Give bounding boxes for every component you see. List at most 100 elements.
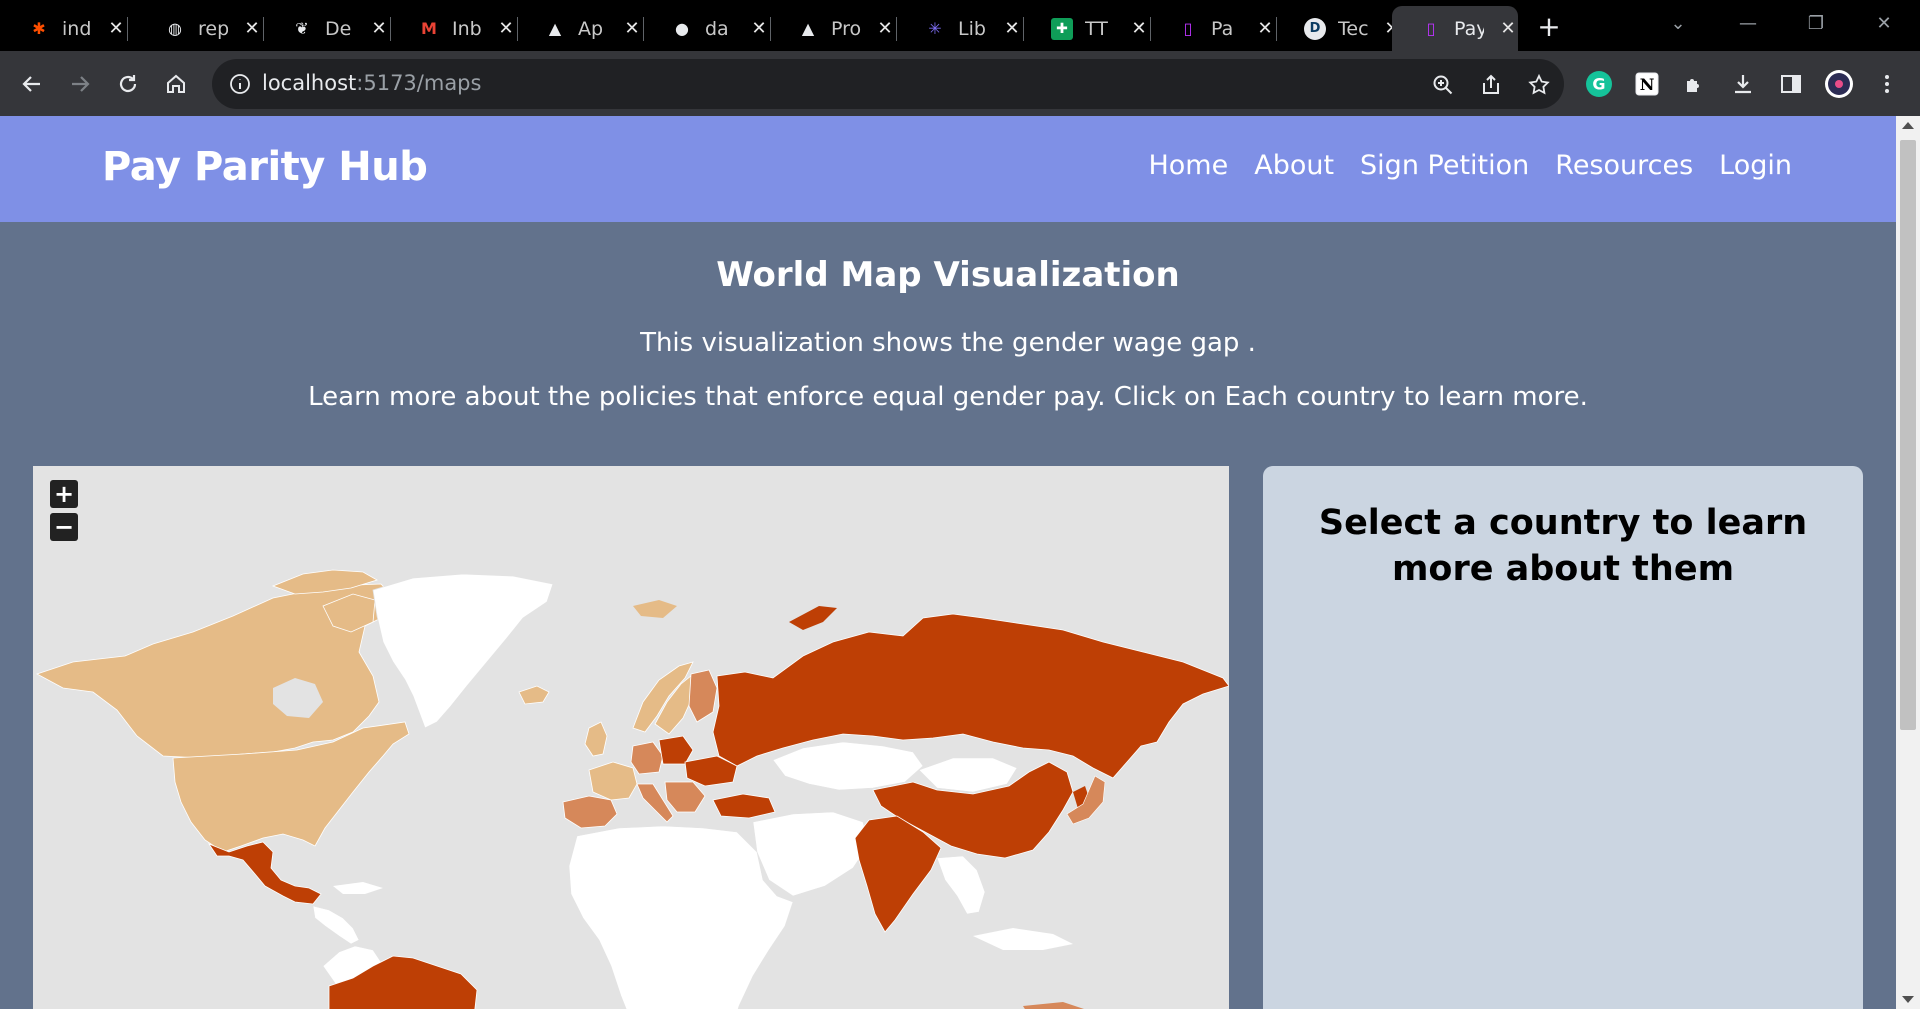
browser-tab[interactable]: ● da ✕	[643, 6, 771, 51]
tab-title: TT	[1085, 17, 1108, 40]
country-novaya-zemlya[interactable]	[789, 606, 837, 630]
country-spain[interactable]	[562, 795, 618, 829]
address-bar[interactable]: localhost:5173/maps	[212, 59, 1564, 109]
region-southeast-asia[interactable]	[936, 855, 986, 915]
browser-tab[interactable]: ▯ Pay ✕	[1392, 6, 1518, 51]
tab-close-icon[interactable]: ✕	[106, 18, 126, 39]
browser-tab[interactable]: ▲ Ap ✕	[516, 6, 644, 51]
restore-icon[interactable]: ❐	[1786, 6, 1846, 40]
page-title: World Map Visualization	[716, 255, 1180, 295]
panel-title: Select a country to learn more about the…	[1318, 503, 1808, 589]
close-window-icon[interactable]: ✕	[1854, 6, 1914, 40]
browser-tab[interactable]: ✳ Lib ✕	[896, 6, 1024, 51]
country-finland[interactable]	[688, 669, 718, 723]
country-papua[interactable]	[1023, 1002, 1093, 1009]
tab-title: rep	[198, 17, 228, 40]
browser-tab[interactable]: ❦ De ✕	[263, 6, 391, 51]
gmail-icon: M	[421, 19, 437, 38]
github-icon: ●	[675, 19, 689, 38]
region-central-asia[interactable]	[772, 741, 924, 791]
tab-close-icon[interactable]: ✕	[1002, 18, 1022, 39]
country-mongolia[interactable]	[918, 757, 1018, 793]
region-indonesia[interactable]	[973, 928, 1073, 950]
minimize-icon[interactable]: —	[1718, 6, 1778, 40]
grammarly-icon[interactable]: G	[1581, 66, 1617, 102]
side-panel-icon[interactable]	[1773, 66, 1809, 102]
map-canvas[interactable]	[33, 466, 1229, 1009]
nav-login[interactable]: Login	[1719, 150, 1792, 181]
scroll-down-arrow-icon[interactable]	[1902, 996, 1914, 1003]
bookmark-star-icon[interactable]	[1526, 72, 1552, 98]
tab-close-icon[interactable]: ✕	[622, 18, 642, 39]
country-balkans[interactable]	[664, 781, 706, 813]
browser-tab[interactable]: ▯ Pa ✕	[1149, 6, 1277, 51]
world-map[interactable]: + −	[33, 466, 1229, 1009]
home-icon[interactable]	[158, 66, 194, 102]
page-scrollbar[interactable]	[1896, 116, 1920, 1009]
browser-tab[interactable]: DTec✕	[1276, 6, 1404, 51]
scroll-up-arrow-icon[interactable]	[1902, 122, 1914, 129]
country-germany[interactable]	[630, 741, 664, 775]
asterisk-icon: ✳	[928, 19, 942, 38]
url-text[interactable]: localhost:5173/maps	[262, 71, 481, 95]
tab-close-icon[interactable]: ✕	[749, 18, 769, 39]
site-nav: Home About Sign Petition Resources Login	[1148, 150, 1792, 181]
tab-close-icon[interactable]: ✕	[1255, 18, 1275, 39]
country-iceland[interactable]	[518, 685, 550, 705]
reload-icon[interactable]	[110, 66, 146, 102]
scrollbar-thumb[interactable]	[1900, 140, 1916, 730]
profile-avatar[interactable]	[1821, 66, 1857, 102]
new-tab-button[interactable]: +	[1534, 6, 1564, 46]
tab-close-icon[interactable]: ✕	[1129, 18, 1149, 39]
browser-tab[interactable]: ✚ TT ✕	[1023, 6, 1151, 51]
map-zoom-out-button[interactable]: −	[50, 513, 78, 541]
nav-about[interactable]: About	[1254, 150, 1334, 181]
share-icon[interactable]	[1478, 72, 1504, 98]
country-turkey[interactable]	[712, 793, 776, 819]
site-info-icon[interactable]	[228, 72, 252, 96]
browser-tab[interactable]: M Inb ✕	[390, 6, 518, 51]
country-japan[interactable]	[1066, 775, 1106, 825]
map-zoom-in-button[interactable]: +	[50, 480, 78, 508]
svg-text:G: G	[1592, 75, 1605, 94]
tab-strip: ✱ ind ✕ ◍ rep ✕ ❦ De ✕ M Inb ✕ ▲ Ap ✕ ● da ✕ ▲ Pro ✕ ✳ Lib ✕ ✚ TT…	[0, 0, 1920, 51]
region-caribbean[interactable]	[333, 882, 383, 894]
zoom-icon[interactable]	[1430, 72, 1456, 98]
notion-icon[interactable]: N	[1629, 66, 1665, 102]
extensions-icon[interactable]	[1677, 66, 1713, 102]
region-middle-east[interactable]	[752, 811, 870, 897]
browser-tab[interactable]: ✱ ind ✕	[0, 6, 128, 51]
browser-tab[interactable]: ▲ Pro ✕	[769, 6, 897, 51]
region-central-america[interactable]	[312, 905, 360, 945]
tab-title: Ap	[578, 17, 604, 40]
tab-title: Tec	[1338, 17, 1368, 40]
country-france[interactable]	[588, 761, 638, 801]
country-greenland[interactable]	[372, 573, 554, 729]
country-svalbard[interactable]	[633, 600, 677, 618]
tab-close-icon[interactable]: ✕	[242, 18, 262, 39]
site-brand[interactable]: Pay Parity Hub	[102, 144, 428, 190]
browser-toolbar: localhost:5173/maps G N	[0, 51, 1920, 116]
browser-tab[interactable]: ◍ rep ✕	[136, 6, 264, 51]
globe-icon: ◍	[168, 19, 182, 38]
nav-home[interactable]: Home	[1148, 150, 1228, 181]
tab-close-icon[interactable]: ✕	[496, 18, 516, 39]
download-icon[interactable]	[1725, 66, 1761, 102]
country-info-panel: Select a country to learn more about the…	[1263, 466, 1863, 1009]
country-poland[interactable]	[658, 735, 694, 765]
nav-resources[interactable]: Resources	[1555, 150, 1693, 181]
tab-search-icon[interactable]: ⌄	[1648, 6, 1708, 40]
country-uk[interactable]	[584, 721, 608, 757]
back-icon[interactable]	[14, 66, 50, 102]
country-mexico[interactable]	[207, 841, 322, 905]
page-content: Pay Parity Hub Home About Sign Petition …	[0, 116, 1896, 1009]
tab-close-icon[interactable]: ✕	[369, 18, 389, 39]
tab-title: Pay	[1454, 17, 1484, 40]
instruction-text: Learn more about the policies that enfor…	[308, 382, 1588, 412]
tab-close-icon[interactable]: ✕	[875, 18, 895, 39]
nav-sign-petition[interactable]: Sign Petition	[1360, 150, 1529, 181]
tab-close-icon[interactable]: ✕	[1498, 18, 1518, 39]
tab-title: da	[705, 17, 729, 40]
menu-kebab-icon[interactable]	[1869, 66, 1905, 102]
forward-icon[interactable]	[62, 66, 98, 102]
